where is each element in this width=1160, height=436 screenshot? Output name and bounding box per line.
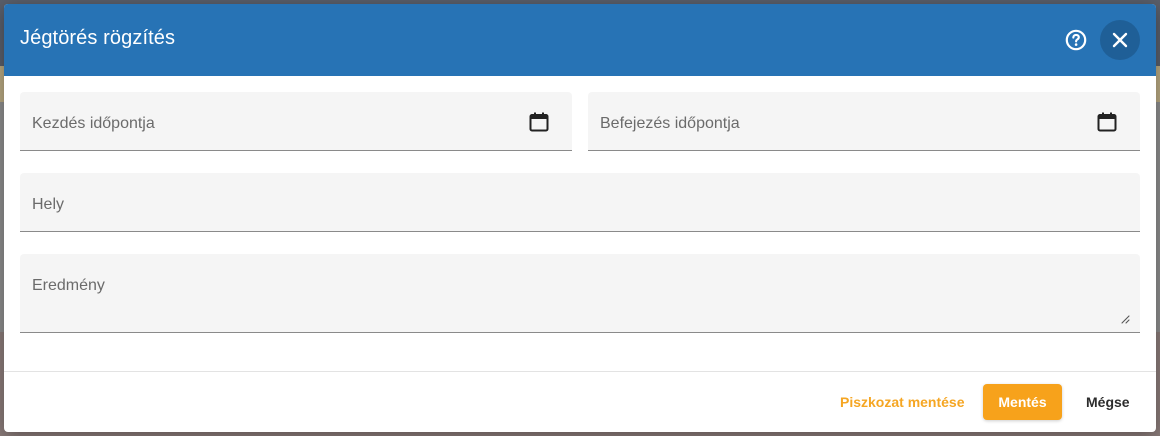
start-datetime-field[interactable]: Kezdés időpontja [20, 92, 572, 151]
location-label: Hely [32, 196, 65, 213]
cancel-button[interactable]: Mégse [1072, 384, 1144, 420]
dialog-header: Jégtörés rögzítés [4, 4, 1156, 76]
calendar-icon[interactable] [1095, 110, 1119, 134]
result-textarea[interactable]: Eredmény [20, 254, 1140, 333]
help-button[interactable] [1062, 26, 1090, 54]
location-field[interactable]: Hely [20, 173, 1140, 232]
end-datetime-field[interactable]: Befejezés időpontja [588, 92, 1140, 151]
start-datetime-label: Kezdés időpontja [32, 115, 155, 132]
help-circle-icon [1065, 29, 1087, 51]
footer-divider [4, 371, 1156, 372]
ice-breaker-dialog: Jégtörés rögzítés Kezdés időpontja Befej… [4, 4, 1156, 432]
close-icon [1112, 32, 1128, 48]
calendar-icon[interactable] [527, 110, 551, 134]
result-label: Eredmény [32, 277, 105, 294]
save-draft-button[interactable]: Piszkozat mentése [828, 384, 977, 420]
end-datetime-label: Befejezés időpontja [600, 115, 740, 132]
resize-handle-icon[interactable] [1120, 314, 1130, 324]
dialog-title: Jégtörés rögzítés [20, 27, 176, 49]
close-button[interactable] [1100, 20, 1140, 60]
save-button[interactable]: Mentés [983, 384, 1062, 420]
